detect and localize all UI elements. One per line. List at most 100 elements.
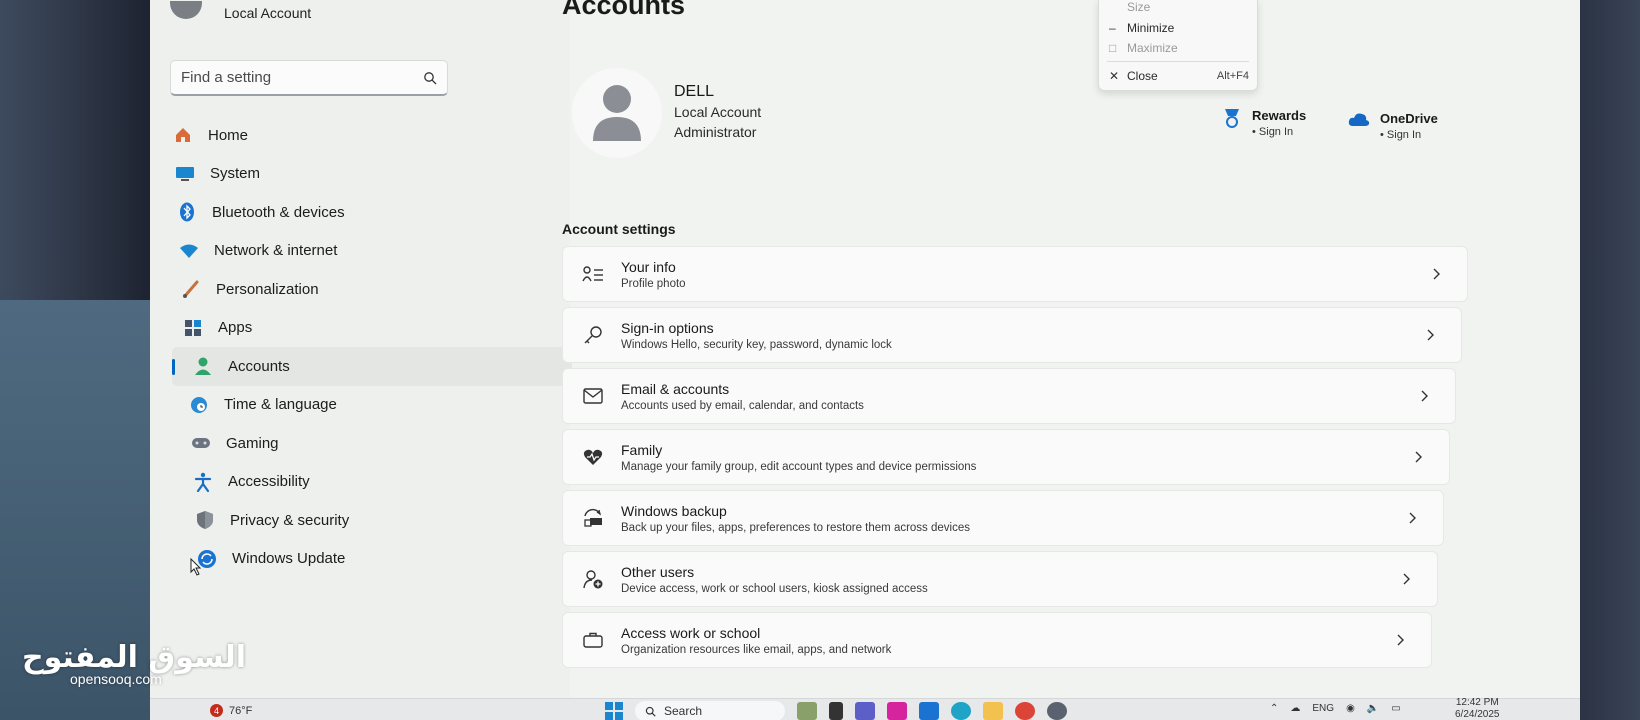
home-icon — [172, 124, 194, 146]
chevron-up-icon[interactable]: ⌃ — [1270, 703, 1278, 714]
language-indicator[interactable]: ENG — [1312, 703, 1334, 714]
sidebar-item-label: Accessibility — [228, 473, 310, 491]
card-sign-in-options[interactable]: Sign-in options Windows Hello, security k… — [562, 307, 1462, 363]
card-email-accounts[interactable]: Email & accounts Accounts used by email, … — [562, 368, 1456, 424]
instagram-icon[interactable] — [887, 702, 907, 720]
card-subtitle: Profile photo — [621, 277, 686, 290]
card-title: Access work or school — [621, 624, 761, 641]
onedrive-tray-icon[interactable]: ☁ — [1290, 703, 1300, 714]
heart-family-icon — [581, 445, 605, 469]
card-title: Other users — [621, 563, 695, 580]
sidebar-item-label: System — [210, 165, 261, 183]
system-tray: ⌃ ☁ ENG ◉ 🔈 ▭ — [1270, 703, 1401, 714]
teams-icon[interactable] — [855, 702, 875, 720]
sidebar-account-header[interactable]: Local Account — [170, 0, 311, 26]
search-icon — [645, 706, 656, 717]
sidebar-item-accounts[interactable]: Accounts — [172, 347, 572, 386]
sidebar-item-label: Network & internet — [214, 242, 338, 260]
chrome-icon[interactable] — [1015, 702, 1035, 720]
edge-icon[interactable] — [951, 702, 971, 720]
sidebar-item-privacy-security[interactable]: Privacy & security — [194, 501, 572, 540]
account-type-label: Local Account — [224, 5, 312, 21]
chevron-right-icon — [1397, 634, 1404, 646]
sidebar: Local Account Find a setting Home System… — [150, 0, 572, 700]
menu-item-minimize[interactable]: – Minimize — [1109, 21, 1249, 35]
card-access-work-school[interactable]: Access work or school Organization resour… — [562, 612, 1432, 668]
rewards-medal-icon — [1225, 109, 1239, 128]
sidebar-item-windows-update[interactable]: Windows Update — [196, 540, 572, 579]
rewards-service[interactable]: Rewards • Sign In — [1222, 108, 1306, 138]
onedrive-title: OneDrive — [1380, 111, 1438, 126]
card-subtitle: Back up your files, apps, preferences to… — [621, 521, 970, 534]
onedrive-service[interactable]: OneDrive • Sign In — [1348, 111, 1438, 141]
watermark-arabic: السوق المفتوح — [22, 640, 247, 675]
settings-gear-icon[interactable] — [1047, 702, 1067, 720]
photo-background-left — [0, 0, 150, 720]
sidebar-item-home[interactable]: Home — [172, 116, 572, 155]
mouse-cursor-icon — [190, 558, 202, 576]
sidebar-item-network[interactable]: Network & internet — [178, 232, 572, 271]
chevron-right-icon — [1415, 451, 1422, 463]
weather-temp: 76°F — [229, 704, 253, 717]
store-icon[interactable] — [919, 702, 939, 720]
accessibility-icon — [192, 471, 214, 493]
menu-item-size[interactable]: Size — [1109, 0, 1249, 14]
active-indicator — [172, 359, 175, 375]
search-placeholder: Find a setting — [181, 69, 272, 86]
file-explorer-icon[interactable] — [983, 702, 1003, 720]
sidebar-item-bluetooth[interactable]: Bluetooth & devices — [176, 193, 572, 232]
sidebar-item-personalization[interactable]: Personalization — [180, 270, 572, 309]
sidebar-item-label: Personalization — [216, 280, 319, 298]
cloud-icon — [1348, 113, 1370, 126]
monitor-icon — [174, 163, 196, 185]
card-windows-backup[interactable]: Windows backup Back up your files, apps, … — [562, 490, 1444, 546]
minimize-icon: – — [1109, 21, 1116, 35]
battery-icon[interactable]: ▭ — [1391, 703, 1400, 714]
globe-clock-icon — [188, 394, 210, 416]
card-family[interactable]: Family Manage your family group, edit acc… — [562, 429, 1450, 485]
sidebar-item-apps[interactable]: Apps — [182, 309, 572, 348]
windows-start-icon[interactable] — [605, 702, 623, 720]
card-your-info[interactable]: Your info Profile photo — [562, 246, 1468, 302]
card-subtitle: Organization resources like email, apps,… — [621, 643, 892, 656]
sidebar-item-accessibility[interactable]: Accessibility — [192, 463, 572, 502]
person-details-icon — [581, 262, 605, 286]
taskbar-search[interactable]: Search — [635, 701, 785, 720]
network-icon[interactable]: ◉ — [1346, 703, 1355, 714]
photo-background-right — [1580, 0, 1640, 720]
close-icon: ✕ — [1109, 69, 1120, 83]
task-view-icon[interactable] — [829, 702, 843, 720]
profile-account-type: Local Account — [674, 104, 762, 120]
sidebar-item-system[interactable]: System — [174, 155, 572, 194]
widgets-icon[interactable] — [797, 702, 817, 720]
menu-item-close[interactable]: ✕ Close Alt+F4 — [1109, 69, 1249, 83]
sidebar-item-label: Apps — [218, 319, 253, 337]
volume-icon[interactable]: 🔈 — [1367, 703, 1379, 714]
profile-name: DELL — [674, 83, 715, 100]
card-other-users[interactable]: Other users Device access, work or school… — [562, 551, 1438, 607]
card-subtitle: Windows Hello, security key, password, d… — [621, 338, 892, 351]
menu-item-maximize[interactable]: □ Maximize — [1109, 41, 1249, 55]
window-context-menu: Size – Minimize □ Maximize ✕ Close Alt+F4 — [1098, 0, 1258, 91]
card-subtitle: Accounts used by email, calendar, and co… — [621, 399, 864, 412]
chevron-right-icon — [1403, 573, 1410, 585]
chevron-right-icon — [1427, 329, 1434, 341]
menu-item-label: Minimize — [1127, 21, 1175, 35]
watermark-logo: السوق المفتوح opensooq.com — [22, 640, 246, 687]
card-title: Your info — [621, 258, 676, 275]
avatar[interactable] — [572, 68, 662, 158]
clock[interactable]: 12:42 PM 6/24/2025 — [1455, 697, 1500, 720]
search-icon — [424, 71, 437, 84]
sidebar-item-time-language[interactable]: Time & language — [188, 386, 572, 425]
weather-widget[interactable]: 4 76°F — [210, 704, 252, 717]
page-title: Accounts — [562, 0, 686, 20]
search-input[interactable]: Find a setting — [170, 60, 448, 96]
account-settings-list: Your info Profile photo Sign-in options Wi… — [562, 246, 1468, 673]
taskbar: 4 76°F Search ⌃ ☁ ENG ◉ 🔈 ▭ 12:42 PM 6/2… — [150, 697, 1580, 720]
profile-header: DELL Local Account Administrator — [572, 68, 761, 158]
sidebar-item-label: Privacy & security — [230, 511, 350, 529]
sidebar-item-gaming[interactable]: Gaming — [190, 424, 572, 463]
taskbar-apps: Search — [605, 701, 1067, 720]
card-title: Sign-in options — [621, 319, 714, 336]
bluetooth-icon — [176, 201, 198, 223]
